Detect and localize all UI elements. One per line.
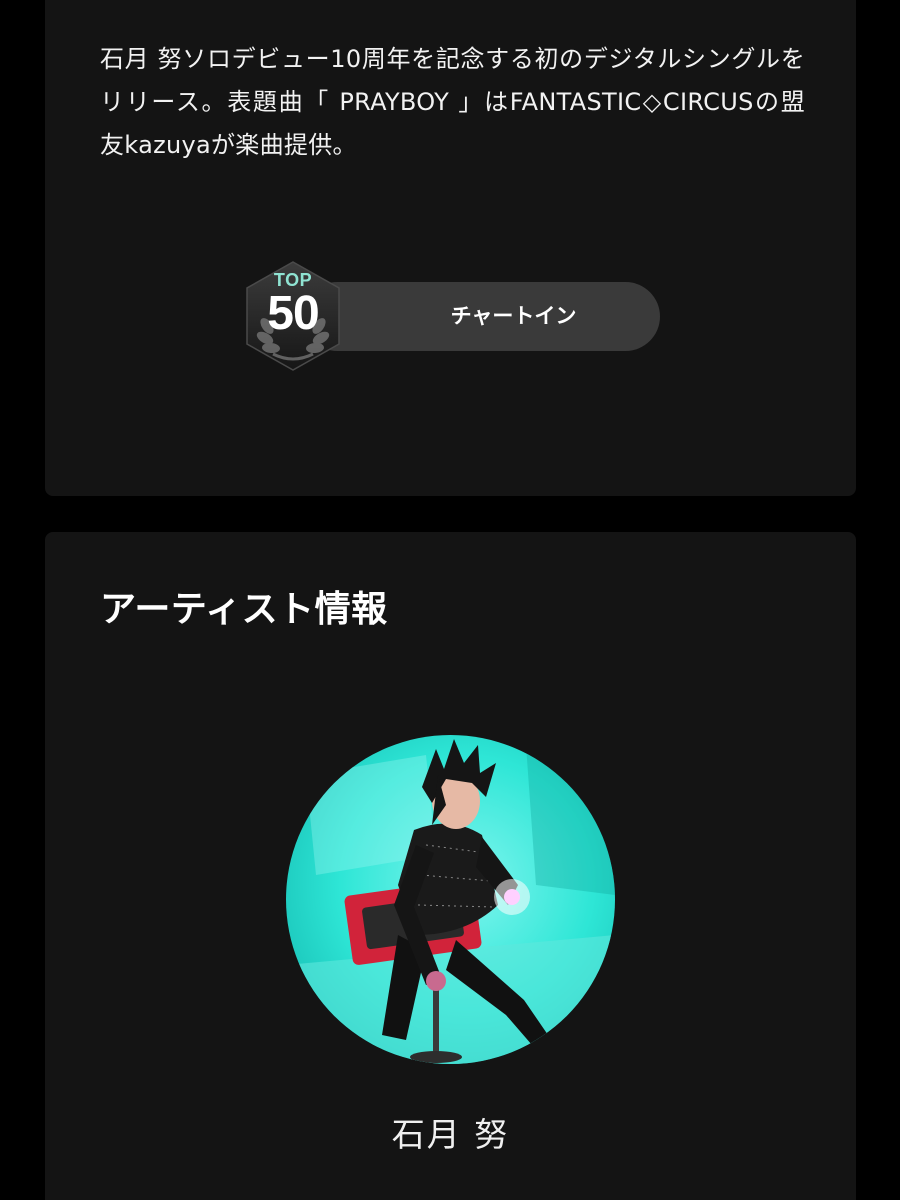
artist-card: アーティスト情報 石月 努 bbox=[45, 532, 856, 1200]
chart-in-label: チャートイン bbox=[450, 304, 577, 328]
rank-badge: TOP 50 bbox=[243, 260, 343, 372]
release-description: 石月 努ソロデビュー10周年を記念する初のデジタルシングルをリリース。表題曲「 … bbox=[100, 45, 805, 159]
artist-photo bbox=[286, 735, 615, 1064]
page: 石月 努ソロデビュー10周年を記念する初のデジタルシングルをリリース。表題曲「 … bbox=[0, 0, 900, 1200]
artist-name[interactable]: 石月 努 bbox=[45, 1108, 856, 1156]
release-card: 石月 努ソロデビュー10周年を記念する初のデジタルシングルをリリース。表題曲「 … bbox=[45, 0, 856, 496]
artist-avatar[interactable] bbox=[286, 735, 615, 1064]
rank-number: 50 bbox=[267, 287, 319, 340]
chart-in-badge[interactable]: チャートイン bbox=[303, 282, 660, 351]
section-title: アーティスト情報 bbox=[100, 589, 388, 630]
